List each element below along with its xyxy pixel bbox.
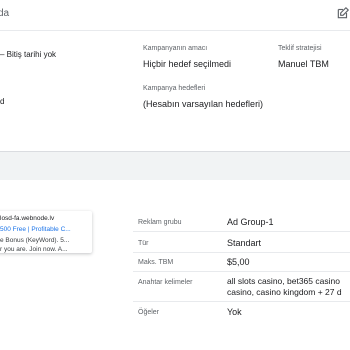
campaign-review-page: da – Bitiş tarihi yok d Kampanyanın amac… bbox=[0, 0, 350, 350]
campaign-status: d bbox=[0, 97, 5, 106]
row-divider bbox=[133, 301, 350, 302]
row-divider bbox=[133, 271, 350, 272]
header-divider bbox=[0, 30, 350, 31]
objectives-label: Kampanya hedefleri bbox=[143, 85, 206, 92]
ad-group-card bbox=[0, 180, 350, 350]
goal-label: Kampanyanın amacı bbox=[143, 45, 208, 52]
assets-value: Yok bbox=[227, 307, 242, 317]
campaign-dates: – Bitiş tarihi yok bbox=[0, 50, 57, 59]
objectives-value: (Hesabın varsayılan hedefleri) bbox=[143, 99, 264, 109]
ad-headline: 500 Free | Profitable C... bbox=[0, 226, 71, 233]
keywords-line-2: casino, casino kingdom + 27 d bbox=[227, 287, 342, 297]
ad-description-line-2: r you are. Join now. A... bbox=[0, 246, 68, 253]
campaign-settings-card: da – Bitiş tarihi yok d Kampanyanın amac… bbox=[0, 0, 350, 152]
ad-group-value: Ad Group-1 bbox=[227, 217, 274, 227]
section-gap bbox=[0, 152, 350, 180]
type-value: Standart bbox=[227, 238, 262, 248]
assets-label: Öğeler bbox=[138, 309, 160, 316]
max-cpc-label: Maks. TBM bbox=[138, 259, 174, 266]
ad-group-label: Reklam grubu bbox=[138, 219, 182, 226]
bid-strategy-value: Manuel TBM bbox=[278, 59, 329, 69]
ad-preview-card: losd-fa.webnode.lv 500 Free | Profitable… bbox=[0, 211, 92, 253]
row-divider bbox=[133, 252, 350, 253]
keywords-label: Anahtar kelimeler bbox=[138, 279, 193, 286]
edit-button[interactable] bbox=[336, 6, 350, 20]
ad-display-url: losd-fa.webnode.lv bbox=[0, 215, 55, 222]
pencil-square-icon bbox=[337, 7, 349, 19]
keywords-line-1: all slots casino, bet365 casino bbox=[227, 276, 340, 286]
goal-value: Hiçbir hedef seçilmedi bbox=[143, 59, 232, 69]
max-cpc-value: $5,00 bbox=[227, 257, 250, 267]
ad-description-line-1: e Bonus (KeyWord). 5... bbox=[0, 237, 70, 244]
row-divider bbox=[133, 231, 350, 232]
section-title: da bbox=[0, 8, 10, 19]
type-label: Tür bbox=[138, 240, 149, 247]
bid-strategy-label: Teklif stratejisi bbox=[278, 45, 322, 52]
